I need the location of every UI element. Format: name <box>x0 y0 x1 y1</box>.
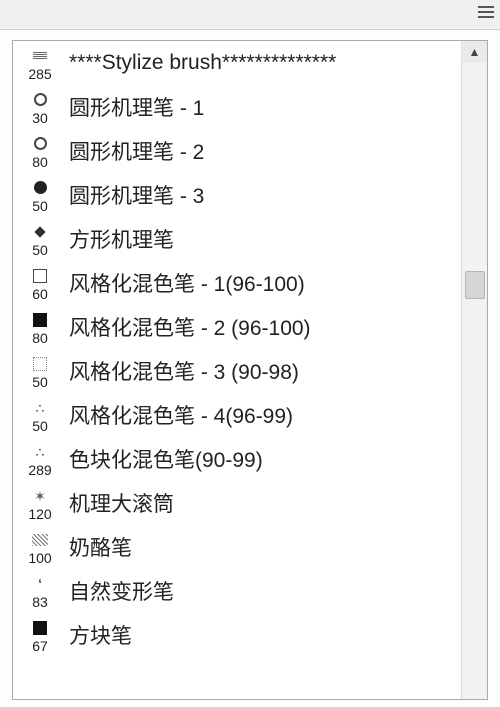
brush-thumb-col: 67 <box>19 618 61 653</box>
brush-thumb-col: 80 <box>19 310 61 345</box>
brush-item[interactable]: 50 方形机理笔 <box>13 217 461 261</box>
brush-list-container: 285 ****Stylize brush************** 30 圆形机理… <box>12 40 488 700</box>
brush-size: 289 <box>28 463 51 477</box>
brush-list: 285 ****Stylize brush************** 30 圆形机理… <box>13 41 461 699</box>
brush-panel: 285 ****Stylize brush************** 30 圆形机理… <box>0 0 500 707</box>
panel-header <box>0 0 500 30</box>
brush-label: 奶酪笔 <box>69 532 132 562</box>
circle-solid-icon <box>30 178 50 198</box>
brush-size: 100 <box>28 551 51 565</box>
lines-icon <box>30 46 50 66</box>
brush-item[interactable]: 80 风格化混色笔 - 2 (96-100) <box>13 305 461 349</box>
star-icon: ✶ <box>30 486 50 506</box>
brush-size: 60 <box>32 287 48 301</box>
brush-label: 方块笔 <box>69 620 132 650</box>
brush-size: 80 <box>32 155 48 169</box>
brush-thumb-col: ∴50 <box>19 398 61 433</box>
brush-item[interactable]: 30 圆形机理笔 - 1 <box>13 85 461 129</box>
scroll-thumb[interactable] <box>465 271 485 299</box>
brush-size: 50 <box>32 199 48 213</box>
brush-size: 67 <box>32 639 48 653</box>
brush-item[interactable]: ∴50 风格化混色笔 - 4(96-99) <box>13 393 461 437</box>
circle-open-icon <box>30 90 50 110</box>
square-open-icon <box>30 266 50 286</box>
brush-label: 圆形机理笔 - 2 <box>69 136 204 166</box>
brush-label: 圆形机理笔 - 1 <box>69 92 204 122</box>
brush-size: 83 <box>32 595 48 609</box>
brush-item[interactable]: 100 奶酪笔 <box>13 525 461 569</box>
brush-item[interactable]: 80 圆形机理笔 - 2 <box>13 129 461 173</box>
brush-label: 圆形机理笔 - 3 <box>69 180 204 210</box>
brush-label: 色块化混色笔(90-99) <box>69 444 263 474</box>
square-solid-icon <box>30 618 50 638</box>
brush-item[interactable]: 50 圆形机理笔 - 3 <box>13 173 461 217</box>
brush-label: 风格化混色笔 - 3 (90-98) <box>69 356 299 386</box>
brush-item[interactable]: ✶120 机理大滚筒 <box>13 481 461 525</box>
noise-icon <box>30 530 50 550</box>
drop-icon: ‘ <box>30 574 50 594</box>
brush-thumb-col: ∴289 <box>19 442 61 477</box>
brush-thumb-col: 30 <box>19 90 61 125</box>
brush-size: 120 <box>28 507 51 521</box>
brush-item[interactable]: 67 方块笔 <box>13 613 461 657</box>
brush-size: 80 <box>32 331 48 345</box>
square-solid-icon <box>30 310 50 330</box>
brush-thumb-col: 50 <box>19 354 61 389</box>
brush-label: 风格化混色笔 - 1(96-100) <box>69 268 305 298</box>
brush-thumb-col: ✶120 <box>19 486 61 521</box>
spray-icon: ∴ <box>30 442 50 462</box>
brush-thumb-col: ‘83 <box>19 574 61 609</box>
scrollbar: ▲ <box>461 41 487 699</box>
diamond-icon <box>30 222 50 242</box>
brush-label: 风格化混色笔 - 4(96-99) <box>69 400 293 430</box>
spray-icon: ∴ <box>30 398 50 418</box>
brush-label: 方形机理笔 <box>69 224 174 254</box>
brush-thumb-col: 50 <box>19 178 61 213</box>
brush-label: 风格化混色笔 - 2 (96-100) <box>69 312 311 342</box>
brush-size: 50 <box>32 243 48 257</box>
brush-item[interactable]: ‘83 自然变形笔 <box>13 569 461 613</box>
circle-open-icon <box>30 134 50 154</box>
brush-label: 机理大滚筒 <box>69 488 174 518</box>
brush-size: 50 <box>32 375 48 389</box>
square-soft-icon <box>30 354 50 374</box>
brush-thumb-col: 80 <box>19 134 61 169</box>
brush-item[interactable]: 50 风格化混色笔 - 3 (90-98) <box>13 349 461 393</box>
panel-menu-icon[interactable] <box>478 6 494 20</box>
scroll-up-button[interactable]: ▲ <box>462 41 487 63</box>
brush-item[interactable]: ∴289 色块化混色笔(90-99) <box>13 437 461 481</box>
brush-thumb-col: 285 <box>19 46 61 81</box>
brush-item[interactable]: 285 ****Stylize brush************** <box>13 41 461 85</box>
brush-label: ****Stylize brush************** <box>69 51 336 75</box>
brush-thumb-col: 100 <box>19 530 61 565</box>
brush-label: 自然变形笔 <box>69 576 174 606</box>
brush-thumb-col: 60 <box>19 266 61 301</box>
brush-size: 50 <box>32 419 48 433</box>
brush-item[interactable]: 60 风格化混色笔 - 1(96-100) <box>13 261 461 305</box>
brush-size: 285 <box>28 67 51 81</box>
brush-thumb-col: 50 <box>19 222 61 257</box>
brush-size: 30 <box>32 111 48 125</box>
